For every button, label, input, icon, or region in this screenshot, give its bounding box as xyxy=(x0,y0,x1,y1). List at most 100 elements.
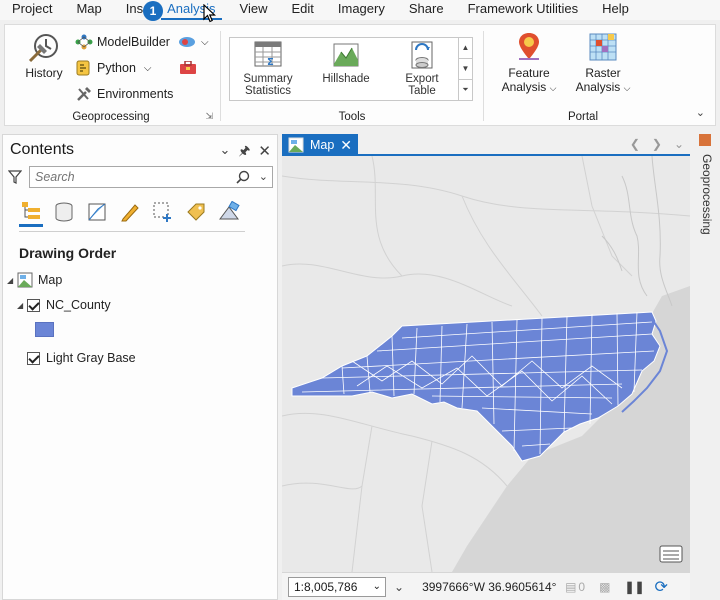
feature-analysis-chevron-down-icon: ⌵ xyxy=(549,83,557,93)
feature-analysis-label-1: Feature xyxy=(508,66,550,80)
menu-view[interactable]: View xyxy=(228,0,280,20)
menu-map[interactable]: Map xyxy=(64,0,113,20)
list-by-data-source-icon[interactable] xyxy=(52,197,76,227)
selected-features-icon[interactable]: ▤ xyxy=(565,580,576,594)
python-button[interactable]: Python ⌵ xyxy=(75,60,152,76)
python-label: Python xyxy=(97,61,136,75)
history-label: History xyxy=(25,66,63,80)
summary-statistics-button[interactable]: Σ Summary Statistics xyxy=(240,40,296,97)
search-icon[interactable] xyxy=(236,170,250,184)
gallery-expand-icon[interactable]: ⏷ xyxy=(459,80,472,100)
map-view[interactable] xyxy=(282,156,690,572)
map-tab-label: Map xyxy=(310,138,335,152)
right-dock: Geoprocessing xyxy=(696,134,720,600)
python-icon xyxy=(76,60,90,76)
raster-analysis-button[interactable]: Raster Analysis ⌵ xyxy=(571,31,635,95)
feature-analysis-icon xyxy=(519,33,539,60)
list-by-perspective-imagery-icon[interactable] xyxy=(217,197,241,227)
collapse-triangle-icon[interactable]: ◢ xyxy=(17,301,27,310)
coordinate-system-chevron-icon[interactable]: ⌄ xyxy=(394,580,404,594)
map-tree-item[interactable]: ◢ Map xyxy=(7,272,62,288)
pin-icon[interactable]: 🖈 xyxy=(238,142,250,164)
feature-analysis-button[interactable]: Feature Analysis ⌵ xyxy=(497,31,561,95)
scale-selector[interactable]: 1:8,005,786 ⌄ xyxy=(288,576,386,597)
tool-gallery-button[interactable]: ⌵ xyxy=(177,34,209,50)
layer-nc-county[interactable]: ◢ NC_County xyxy=(17,298,111,312)
scale-chevron-down-icon: ⌄ xyxy=(372,581,381,592)
ribbon: History ModelBuilder Python ⌵ Environmen… xyxy=(4,24,716,126)
map-tree-label: Map xyxy=(38,273,63,287)
toolbox-button[interactable] xyxy=(179,61,201,75)
contents-view-toolbar xyxy=(19,197,241,231)
layer-light-gray-base-label: Light Gray Base xyxy=(46,351,136,365)
menu-help[interactable]: Help xyxy=(590,0,641,20)
nc-county-symbol-swatch[interactable] xyxy=(35,322,54,337)
pause-drawing-icon[interactable]: ❚❚ xyxy=(624,580,644,594)
collapse-triangle-icon[interactable]: ◢ xyxy=(7,276,17,285)
environments-button[interactable]: Environments xyxy=(75,86,173,102)
map-tab[interactable]: Map ✕ xyxy=(282,134,358,156)
export-table-icon xyxy=(411,41,433,69)
menu-share[interactable]: Share xyxy=(397,0,456,20)
contents-title: Contents xyxy=(10,141,75,158)
portal-group: Feature Analysis ⌵ Raster Analysis ⌵ Por… xyxy=(485,25,681,125)
menu-edit[interactable]: Edit xyxy=(279,0,325,20)
coordinate-readout: 3997666°W 36.9605614°N xyxy=(422,579,558,594)
filter-icon[interactable] xyxy=(8,170,22,184)
refresh-icon[interactable]: ⟳ xyxy=(655,577,668,597)
toolbox-icon xyxy=(180,61,196,74)
contents-pane: Contents ⌄ 🖈 ✕ ⌄ xyxy=(2,134,278,600)
search-input[interactable] xyxy=(30,167,220,187)
portal-group-label: Portal xyxy=(567,111,599,123)
layer-light-gray-base[interactable]: Light Gray Base xyxy=(27,351,136,365)
dialog-launcher-icon[interactable]: ⇲ xyxy=(205,111,213,122)
close-tab-icon[interactable]: ✕ xyxy=(340,137,352,154)
layer-visibility-checkbox[interactable] xyxy=(27,351,40,365)
python-chevron-down-icon[interactable]: ⌵ xyxy=(144,63,152,74)
raster-analysis-label-2: Analysis ⌵ xyxy=(575,80,631,94)
geoprocessing-group: History ModelBuilder Python ⌵ Environmen… xyxy=(5,25,217,125)
chevron-left-icon[interactable]: ❮ xyxy=(630,137,640,151)
raster-analysis-icon xyxy=(589,33,617,61)
ribbon-collapse-chevron-icon[interactable]: ⌄ xyxy=(696,106,705,119)
pane-menu-chevron-icon[interactable]: ⌄ xyxy=(219,142,230,164)
history-button[interactable]: History xyxy=(19,31,69,80)
menu-project[interactable]: Project xyxy=(0,0,64,20)
close-icon[interactable]: ✕ xyxy=(258,142,271,164)
raster-analysis-chevron-down-icon: ⌵ xyxy=(623,83,631,93)
step-badge: 1 xyxy=(143,1,163,21)
tools-group: Σ Summary Statistics Hillshade Export Ta… xyxy=(221,25,483,125)
menu-framework-utilities[interactable]: Framework Utilities xyxy=(456,0,591,20)
layer-nc-county-label: NC_County xyxy=(46,298,111,312)
tools-group-label: Tools xyxy=(338,111,366,123)
list-by-editing-icon[interactable] xyxy=(118,197,142,227)
gallery-scroll-down-icon[interactable]: ▼ xyxy=(459,59,472,80)
tool-gallery-chevron-down-icon: ⌵ xyxy=(201,36,209,48)
basemap-and-county-layer xyxy=(282,156,690,572)
chevron-down-icon[interactable]: ⌄ xyxy=(674,137,684,151)
pane-controls: ⌄ 🖈 ✕ xyxy=(219,142,271,164)
gallery-scroll-up-icon[interactable]: ▲ xyxy=(459,38,472,59)
refresh-extent-icon[interactable]: ▩ xyxy=(599,580,610,594)
gallery-scroll: ▲ ▼ ⏷ xyxy=(458,38,472,100)
ribbon-separator xyxy=(483,31,484,121)
toolbar-divider xyxy=(19,231,245,232)
feature-analysis-label-2: Analysis ⌵ xyxy=(501,80,557,94)
geoprocessing-dock-tab[interactable]: Geoprocessing xyxy=(700,154,714,235)
chevron-right-icon[interactable]: ❯ xyxy=(652,137,662,151)
list-by-labeling-icon[interactable] xyxy=(184,197,208,227)
list-by-drawing-order-icon[interactable] xyxy=(19,197,43,227)
hillshade-icon xyxy=(333,43,359,67)
layer-visibility-checkbox[interactable] xyxy=(27,298,40,312)
menu-imagery[interactable]: Imagery xyxy=(326,0,397,20)
tools-gallery: Σ Summary Statistics Hillshade Export Ta… xyxy=(229,37,473,101)
export-table-label-2: Table xyxy=(408,85,436,97)
raster-analysis-label-1: Raster xyxy=(585,66,621,80)
export-table-button[interactable]: Export Table xyxy=(394,40,450,97)
list-by-snapping-icon[interactable] xyxy=(151,197,175,227)
list-by-selection-icon[interactable] xyxy=(85,197,109,227)
modelbuilder-button[interactable]: ModelBuilder xyxy=(75,34,170,50)
hillshade-button[interactable]: Hillshade xyxy=(318,40,374,85)
search-options-chevron-icon[interactable]: ⌄ xyxy=(259,170,268,183)
map-status-bar: 1:8,005,786 ⌄ ⌄ 3997666°W 36.9605614°N ▤… xyxy=(282,572,690,600)
